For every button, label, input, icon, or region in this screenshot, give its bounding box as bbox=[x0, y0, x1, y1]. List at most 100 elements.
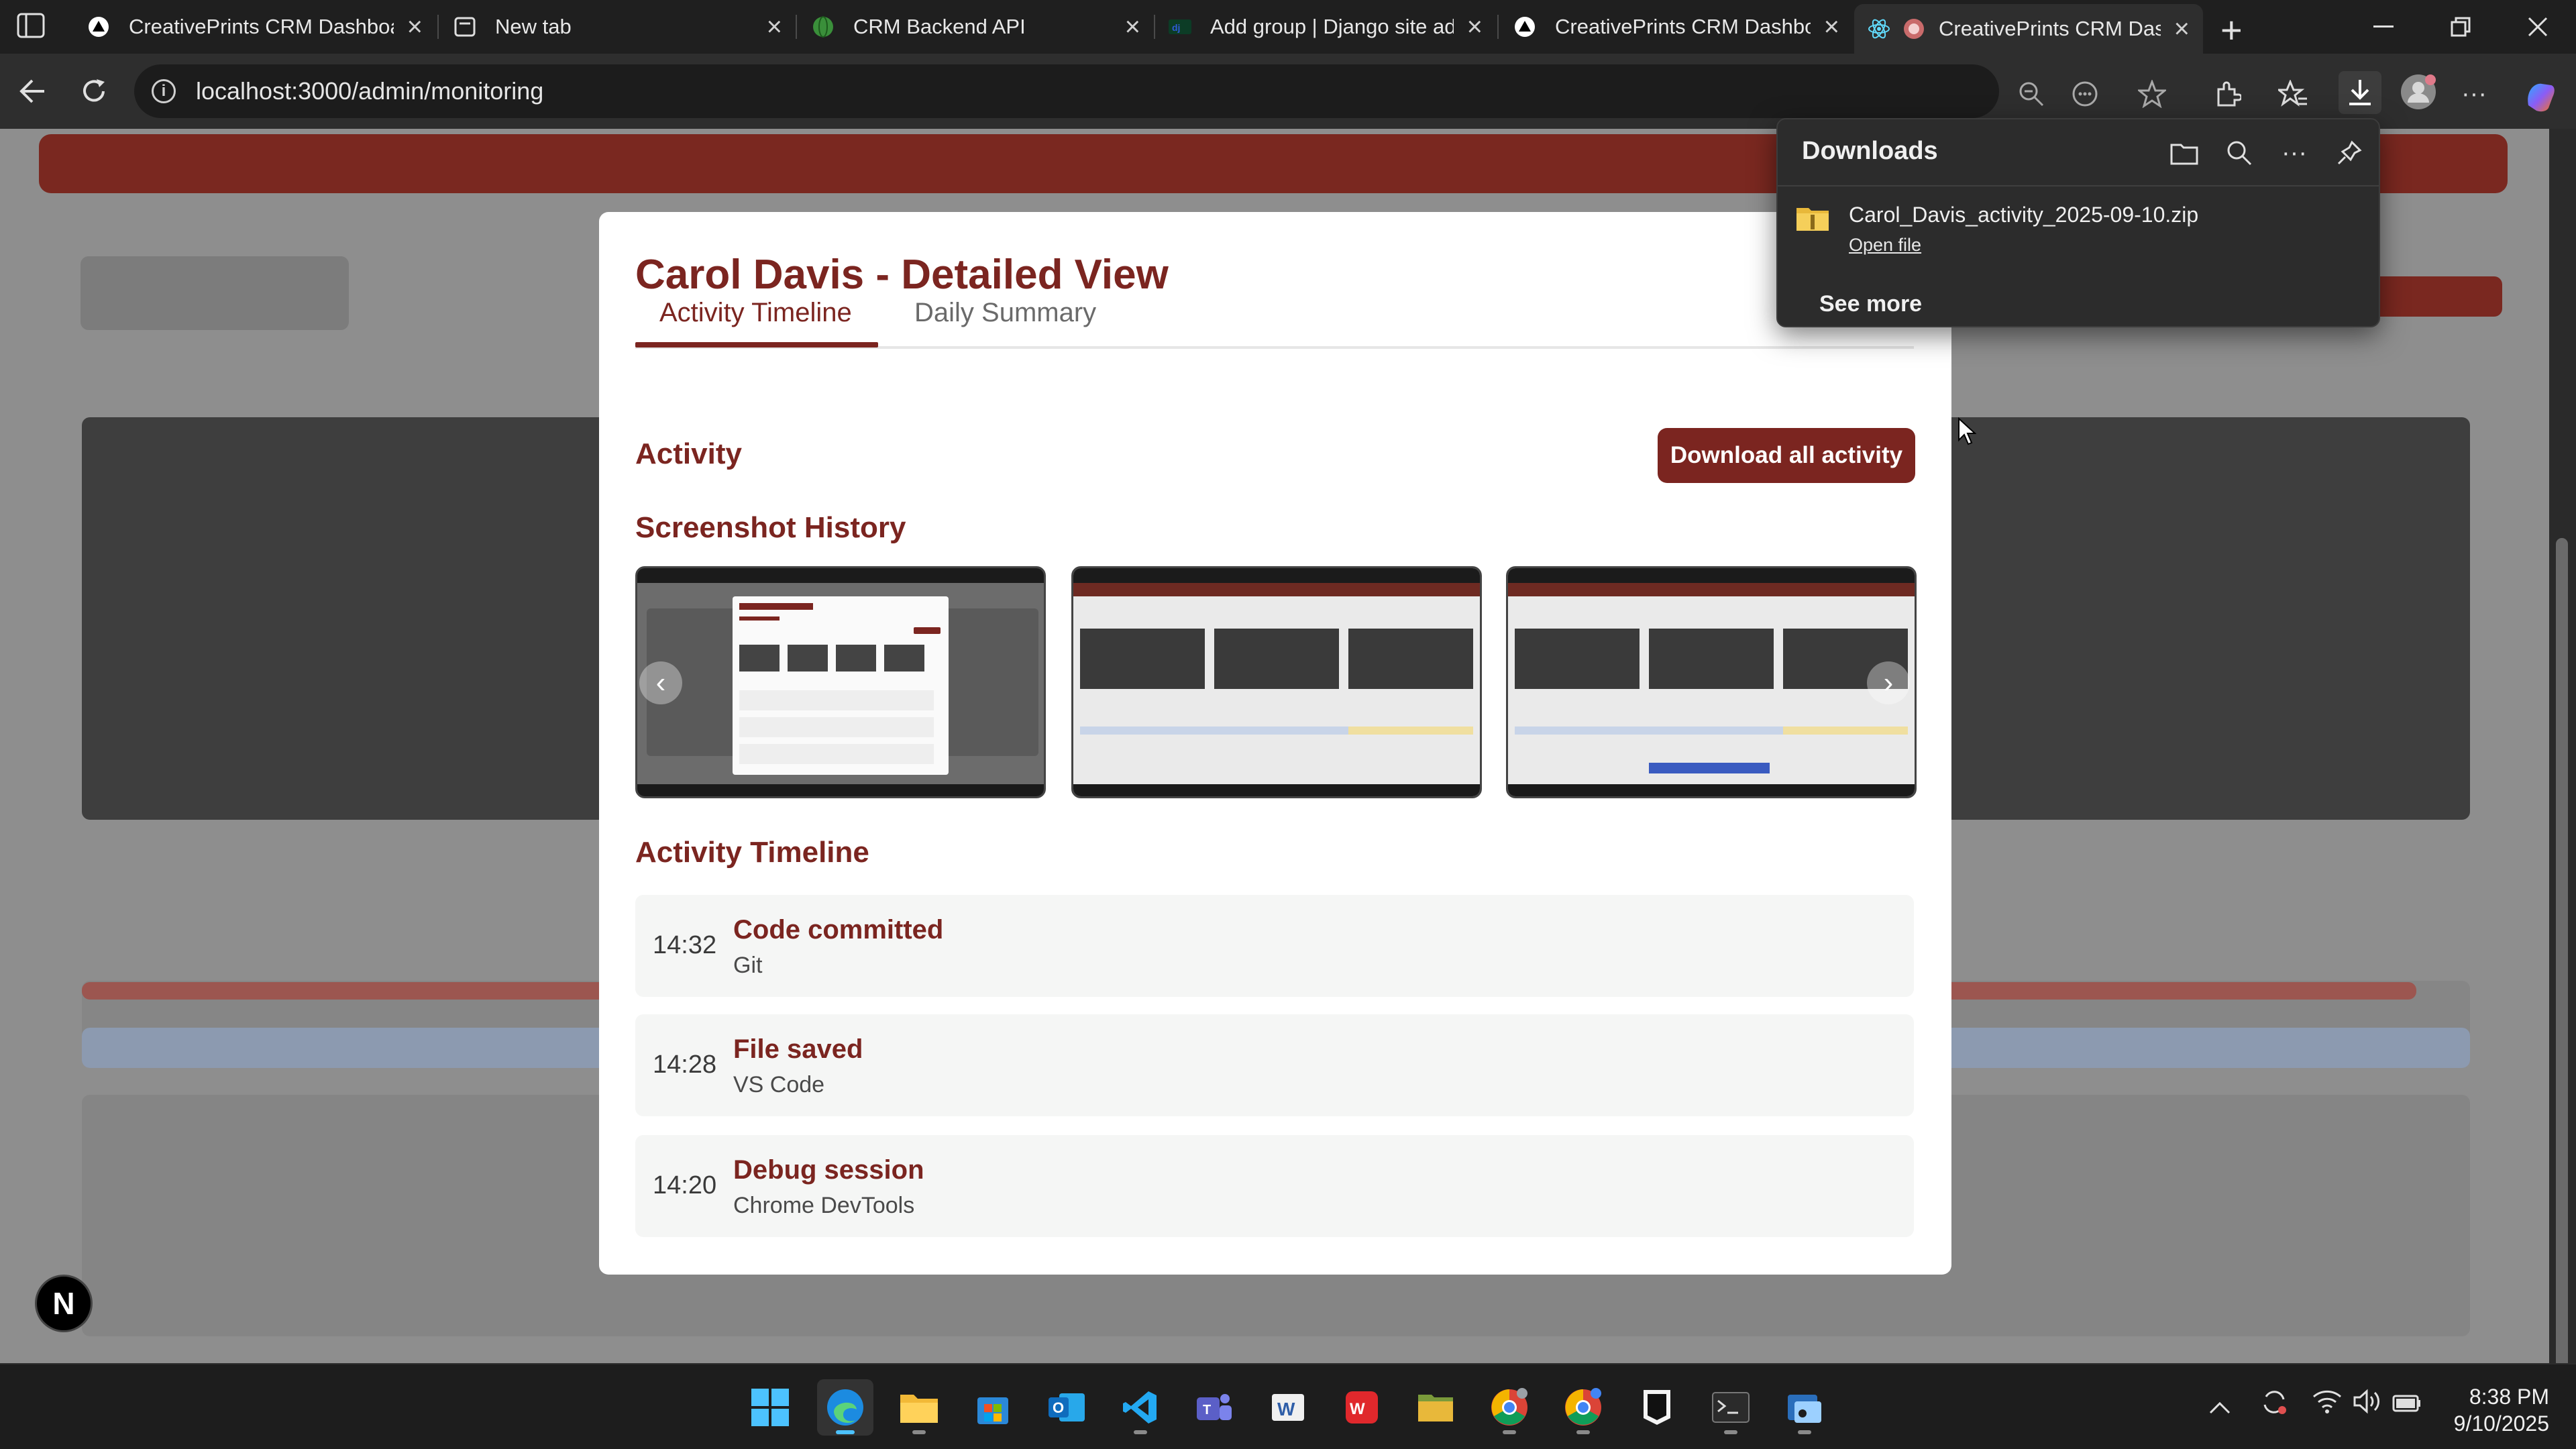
new-tab-button[interactable]: + bbox=[2220, 8, 2243, 52]
tab-actions-icon[interactable] bbox=[16, 12, 51, 42]
close-tab-icon[interactable]: × bbox=[1824, 12, 1839, 42]
timeline-item: 14:28 File saved VS Code bbox=[635, 1014, 1914, 1116]
download-all-activity-button[interactable]: Download all activity bbox=[1658, 428, 1915, 483]
green-globe-icon bbox=[812, 15, 835, 38]
site-info-icon[interactable]: i bbox=[152, 79, 176, 103]
carousel-prev-icon[interactable]: ‹ bbox=[639, 661, 682, 704]
mouse-cursor-icon bbox=[1957, 417, 1977, 449]
downloads-panel: Downloads ··· Carol_Davis_activity_2025-… bbox=[1776, 118, 2380, 327]
see-more-link[interactable]: See more bbox=[1819, 291, 1922, 317]
close-tab-icon[interactable]: × bbox=[767, 12, 782, 42]
screenshot-thumbnail[interactable] bbox=[1506, 566, 1917, 798]
timeline-title: Debug session bbox=[733, 1155, 924, 1185]
browser-tab-4[interactable]: dj Add group | Django site adm × bbox=[1155, 0, 1496, 54]
browser-tab-2[interactable]: New tab × bbox=[440, 0, 796, 54]
search-icon[interactable] bbox=[2222, 136, 2257, 170]
browser-tab-5[interactable]: CreativePrints CRM Dashboa × bbox=[1500, 0, 1853, 54]
address-url[interactable]: localhost:3000/admin/monitoring bbox=[196, 77, 543, 105]
address-bar[interactable]: i localhost:3000/admin/monitoring bbox=[134, 64, 1999, 118]
screenshot-thumbnail[interactable] bbox=[635, 566, 1046, 798]
wps-office-icon[interactable]: W bbox=[1334, 1379, 1390, 1436]
downloads-icon[interactable] bbox=[2339, 71, 2381, 114]
downloaded-file-name[interactable]: Carol_Davis_activity_2025-09-10.zip bbox=[1849, 203, 2198, 227]
close-window-icon[interactable] bbox=[2499, 0, 2576, 54]
clock-date: 9/10/2025 bbox=[2453, 1411, 2549, 1436]
timeline-title: File saved bbox=[733, 1034, 863, 1064]
outlook-icon[interactable]: O bbox=[1038, 1379, 1095, 1436]
timeline-item: 14:20 Debug session Chrome DevTools bbox=[635, 1135, 1914, 1237]
zoom-out-icon[interactable] bbox=[2015, 78, 2047, 110]
browser-tab-3[interactable]: CRM Backend API × bbox=[798, 0, 1154, 54]
vscode-icon[interactable] bbox=[1112, 1379, 1169, 1436]
restore-icon[interactable] bbox=[2422, 0, 2499, 54]
downloads-heading: Downloads bbox=[1802, 137, 1938, 165]
tab-title: CRM Backend API bbox=[853, 15, 1026, 38]
store-icon[interactable] bbox=[965, 1379, 1021, 1436]
screenshot-history-heading: Screenshot History bbox=[635, 511, 906, 544]
timeline-item: 14:32 Code committed Git bbox=[635, 895, 1914, 997]
carousel-next-icon[interactable]: › bbox=[1867, 661, 1910, 704]
tab-divider bbox=[796, 15, 797, 39]
tab-daily-summary[interactable]: Daily Summary bbox=[914, 298, 1096, 328]
nextjs-badge[interactable]: N bbox=[35, 1275, 93, 1332]
profile-avatar-icon[interactable] bbox=[2398, 71, 2439, 113]
activity-timeline-heading: Activity Timeline bbox=[635, 836, 869, 869]
pin-icon[interactable] bbox=[2332, 136, 2367, 170]
tab-title: New tab bbox=[495, 15, 572, 38]
whiteboard-icon[interactable]: W bbox=[1260, 1379, 1316, 1436]
sync-icon[interactable] bbox=[2259, 1387, 2289, 1424]
zip-folder-icon bbox=[1796, 205, 1829, 232]
favorites-icon[interactable] bbox=[2277, 78, 2309, 110]
show-hidden-icons-chevron-icon[interactable] bbox=[2208, 1391, 2231, 1421]
more-menu-icon[interactable]: ··· bbox=[2458, 78, 2490, 110]
file-manager-icon[interactable] bbox=[1407, 1379, 1464, 1436]
timeline-title: Code committed bbox=[733, 915, 944, 945]
page-scrollbar[interactable] bbox=[2549, 129, 2576, 1424]
wifi-icon[interactable] bbox=[2312, 1389, 2343, 1421]
volume-icon[interactable] bbox=[2353, 1389, 2383, 1421]
background-block bbox=[2368, 276, 2502, 317]
django-icon: dj bbox=[1169, 15, 1191, 38]
active-tab-indicator bbox=[635, 342, 878, 347]
record-indicator-icon bbox=[1902, 17, 1925, 40]
reader-icon[interactable] bbox=[2069, 78, 2101, 110]
epic-games-icon[interactable] bbox=[1629, 1379, 1685, 1436]
svg-text:W: W bbox=[1277, 1399, 1295, 1419]
browser-tab-1[interactable]: CreativePrints CRM Dashboa × bbox=[74, 0, 436, 54]
terminal-icon[interactable] bbox=[1703, 1379, 1759, 1436]
tab-title: CreativePrints CRM Dashboa bbox=[1555, 15, 1811, 38]
snipping-tool-icon[interactable] bbox=[1776, 1379, 1833, 1436]
copilot-icon[interactable] bbox=[2521, 78, 2559, 115]
scrollbar-thumb[interactable] bbox=[2556, 538, 2568, 1424]
favorite-star-icon[interactable] bbox=[2136, 78, 2168, 110]
timeline-source: VS Code bbox=[733, 1072, 825, 1097]
chrome-profile-icon[interactable] bbox=[1555, 1379, 1611, 1436]
close-tab-icon[interactable]: × bbox=[407, 12, 423, 42]
triangle-logo-icon bbox=[87, 15, 110, 38]
start-windows-icon[interactable] bbox=[742, 1379, 798, 1436]
timeline-source: Git bbox=[733, 953, 763, 978]
minimize-icon[interactable] bbox=[2345, 0, 2422, 54]
close-tab-icon[interactable]: × bbox=[1125, 12, 1140, 42]
back-arrow-icon[interactable] bbox=[12, 71, 52, 111]
tab-title: CreativePrints CRM Dashboa bbox=[129, 15, 394, 38]
more-options-icon[interactable]: ··· bbox=[2277, 136, 2312, 170]
open-folder-icon[interactable] bbox=[2167, 136, 2202, 170]
file-explorer-icon[interactable] bbox=[891, 1379, 947, 1436]
triangle-logo-icon bbox=[1513, 15, 1536, 38]
close-tab-icon[interactable]: × bbox=[2174, 14, 2190, 44]
edge-browser-icon[interactable] bbox=[817, 1379, 873, 1436]
extensions-icon[interactable] bbox=[2211, 78, 2243, 110]
teams-icon[interactable]: T bbox=[1186, 1379, 1242, 1436]
system-clock[interactable]: 8:38 PM 9/10/2025 bbox=[2415, 1383, 2549, 1437]
browser-tab-6-active[interactable]: CreativePrints CRM Das × bbox=[1854, 4, 2203, 54]
close-tab-icon[interactable]: × bbox=[1467, 12, 1483, 42]
screenshot-thumbnail[interactable] bbox=[1071, 566, 1482, 798]
tab-activity-timeline[interactable]: Activity Timeline bbox=[659, 298, 852, 328]
tab-title: Add group | Django site adm bbox=[1210, 15, 1454, 38]
browser-titlebar: CreativePrints CRM Dashboa × New tab × C… bbox=[0, 0, 2576, 54]
refresh-icon[interactable] bbox=[74, 71, 114, 111]
timeline-time: 14:20 bbox=[653, 1171, 717, 1199]
chrome-icon[interactable] bbox=[1481, 1379, 1538, 1436]
open-file-link[interactable]: Open file bbox=[1849, 235, 1921, 256]
